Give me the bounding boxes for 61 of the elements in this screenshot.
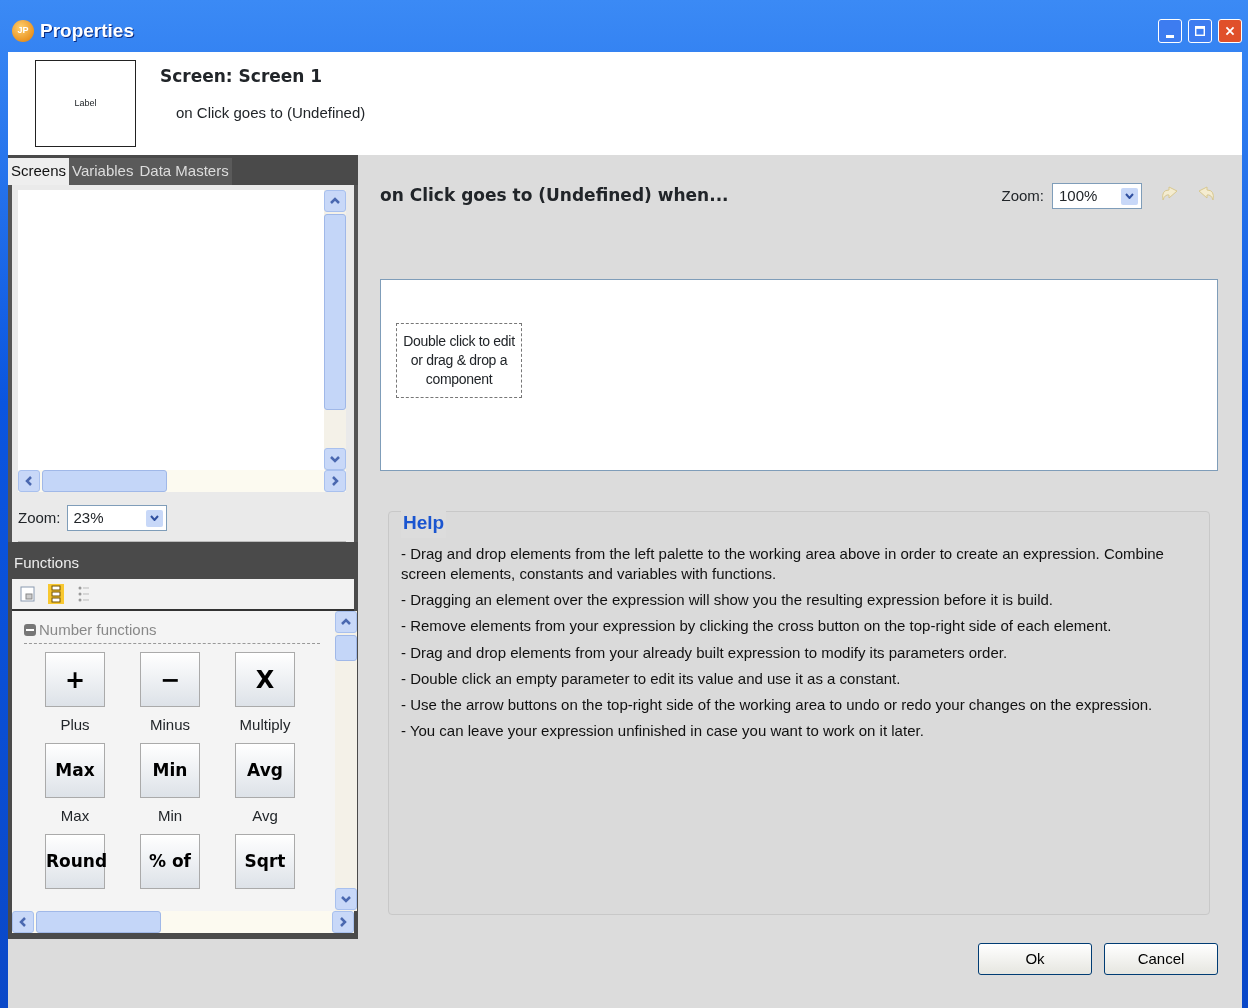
panel-tab[interactable]: Variables	[69, 158, 137, 185]
scrollbar-thumb[interactable]	[42, 470, 167, 492]
panel-view-icon[interactable]	[20, 583, 36, 604]
panel-title: Functions	[8, 542, 358, 579]
scrollbar-thumb[interactable]	[335, 634, 357, 662]
function-button[interactable]: Min	[140, 743, 200, 798]
window-title: Properties	[40, 18, 134, 43]
scrollbar-thumb[interactable]	[324, 214, 346, 410]
help-text: - Remove elements from your expression by clicking the cross button on the top-right side of each element.	[401, 616, 1113, 637]
scroll-right-button[interactable]	[332, 910, 354, 933]
app-logo: JP	[12, 20, 34, 42]
screen-subtitle: on Click goes to (Undefined)	[176, 102, 366, 123]
scrollbar-thumb[interactable]	[36, 910, 161, 933]
function-label: Min	[157, 805, 183, 826]
scroll-left-button[interactable]	[18, 470, 40, 492]
zoom-label: Zoom:	[18, 507, 61, 528]
preview-label: Label	[74, 96, 97, 110]
close-button[interactable]	[1218, 19, 1242, 43]
function-label: Multiply	[239, 714, 291, 735]
function-button[interactable]: % of	[140, 834, 200, 889]
function-button[interactable]: Sqrt	[235, 834, 295, 889]
help-text: - Use the arrow buttons on the top-right side of the working area to undo or redo your changes on the expression.	[401, 695, 1154, 715]
close-icon	[1225, 24, 1235, 38]
minimize-icon	[1166, 34, 1174, 38]
function-button[interactable]: X	[235, 652, 295, 707]
dialog-button[interactable]: Ok	[978, 943, 1092, 975]
scroll-left-button[interactable]	[12, 910, 34, 933]
working-area[interactable]: Double click to edit or drag & drop a component	[380, 279, 1218, 471]
drop-placeholder[interactable]: Double click to edit or drag & drop a component	[396, 323, 522, 398]
function-label: Minus	[150, 714, 190, 735]
expression-heading: on Click goes to (Undefined) when...	[380, 184, 730, 207]
help-text: - Double click an empty parameter to edit its value and use it as a constant.	[401, 668, 902, 689]
function-button[interactable]: Avg	[235, 743, 295, 798]
maximize-icon	[1195, 24, 1205, 38]
collapse-icon	[24, 623, 36, 636]
minimize-button[interactable]	[1158, 19, 1182, 43]
panel-tab[interactable]: Data Masters	[136, 158, 232, 185]
function-button[interactable]: Max	[45, 743, 105, 798]
scroll-up-button[interactable]	[335, 610, 357, 633]
dialog-button[interactable]: Cancel	[1104, 943, 1218, 975]
function-button[interactable]: Round	[45, 834, 105, 889]
zoom-dropdown[interactable]: 23%	[66, 505, 167, 531]
scroll-right-button[interactable]	[324, 470, 346, 492]
scroll-up-button[interactable]	[324, 190, 346, 212]
help-text: - Dragging an element over the expression will show you the resulting expression before it is build.	[401, 590, 1054, 610]
zoom-dropdown[interactable]: 100%	[1052, 183, 1142, 209]
help-text: - Drag and drop elements from your already built expression to modify its parameters order.	[401, 642, 1009, 663]
help-text: - Drag and drop elements from the left palette to the working area above in order to create an expression. Combine screen elements, constants and variables with functions.	[401, 543, 1165, 584]
screen-title: Screen: Screen 1	[160, 65, 324, 88]
help-text: - You can leave your expression unfinished in case you want to work on it later.	[401, 721, 925, 742]
zoom-label: Zoom:	[1001, 185, 1044, 206]
panel-tab[interactable]: Screens	[8, 158, 70, 185]
function-button[interactable]: +	[45, 652, 105, 707]
function-label: Max	[60, 805, 90, 826]
scroll-down-button[interactable]	[324, 448, 346, 470]
grid-view-icon[interactable]	[48, 583, 64, 604]
function-label: Avg	[252, 805, 278, 826]
maximize-button[interactable]	[1188, 19, 1212, 43]
function-label: Plus	[60, 714, 90, 735]
scroll-down-button[interactable]	[335, 888, 357, 911]
function-button[interactable]: −	[140, 652, 200, 707]
